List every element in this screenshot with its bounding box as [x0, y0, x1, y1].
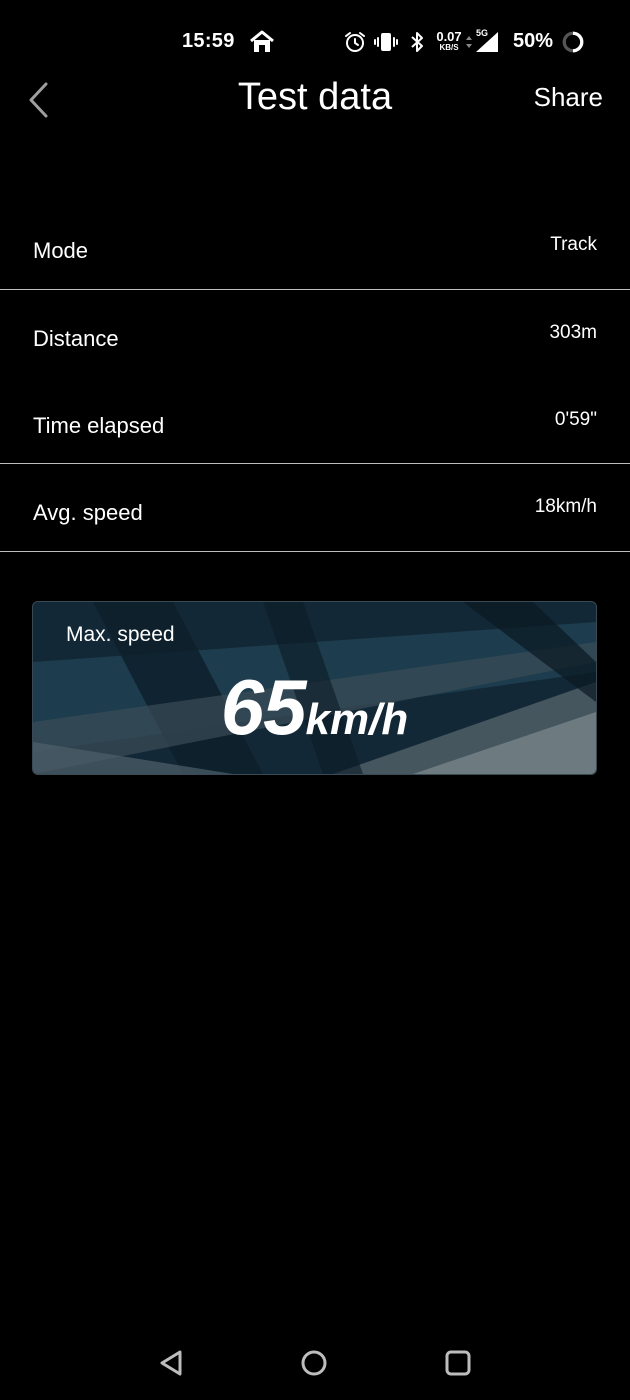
header: Test data Share — [0, 70, 630, 130]
status-time: 15:59 — [182, 30, 235, 52]
row-value: Track — [550, 234, 597, 255]
row-label: Avg. speed — [33, 500, 143, 525]
row-label: Distance — [33, 326, 119, 351]
network-speed: 0.07 KB/S — [434, 30, 464, 52]
row-time-elapsed: Time elapsed 0'59" — [0, 395, 630, 455]
signal-icon — [476, 32, 498, 52]
share-button[interactable]: Share — [534, 82, 603, 113]
max-speed-label: Max. speed — [66, 623, 175, 646]
row-value: 18km/h — [534, 496, 597, 517]
row-value: 303m — [549, 322, 597, 343]
nav-back-icon[interactable] — [156, 1348, 186, 1378]
divider — [0, 289, 630, 290]
row-label: Time elapsed — [33, 413, 165, 438]
nav-recent-icon[interactable] — [443, 1348, 473, 1378]
network-speed-unit: KB/S — [439, 43, 459, 52]
row-label: Mode — [33, 238, 89, 263]
max-speed-value: 65km/h — [33, 662, 596, 753]
data-arrows-icon — [466, 36, 472, 48]
battery-percent: 50% — [513, 30, 554, 52]
divider — [0, 463, 630, 464]
row-distance: Distance 303m — [0, 308, 630, 368]
battery-ring-icon — [562, 31, 584, 53]
nav-home-icon[interactable] — [299, 1348, 329, 1378]
max-speed-number: 65 — [220, 663, 307, 751]
network-speed-value: 0.07 — [436, 29, 462, 44]
alarm-icon — [345, 32, 365, 52]
divider — [0, 551, 630, 552]
max-speed-card: Max. speed 65km/h — [32, 601, 597, 775]
home-icon — [250, 30, 274, 52]
max-speed-unit: km/h — [305, 695, 409, 744]
row-value: 0'59" — [554, 409, 597, 430]
vibrate-icon — [374, 33, 398, 51]
bluetooth-icon — [411, 32, 423, 52]
row-avg-speed: Avg. speed 18km/h — [0, 482, 630, 542]
row-mode: Mode Track — [0, 220, 630, 280]
navigation-bar — [0, 1330, 630, 1400]
